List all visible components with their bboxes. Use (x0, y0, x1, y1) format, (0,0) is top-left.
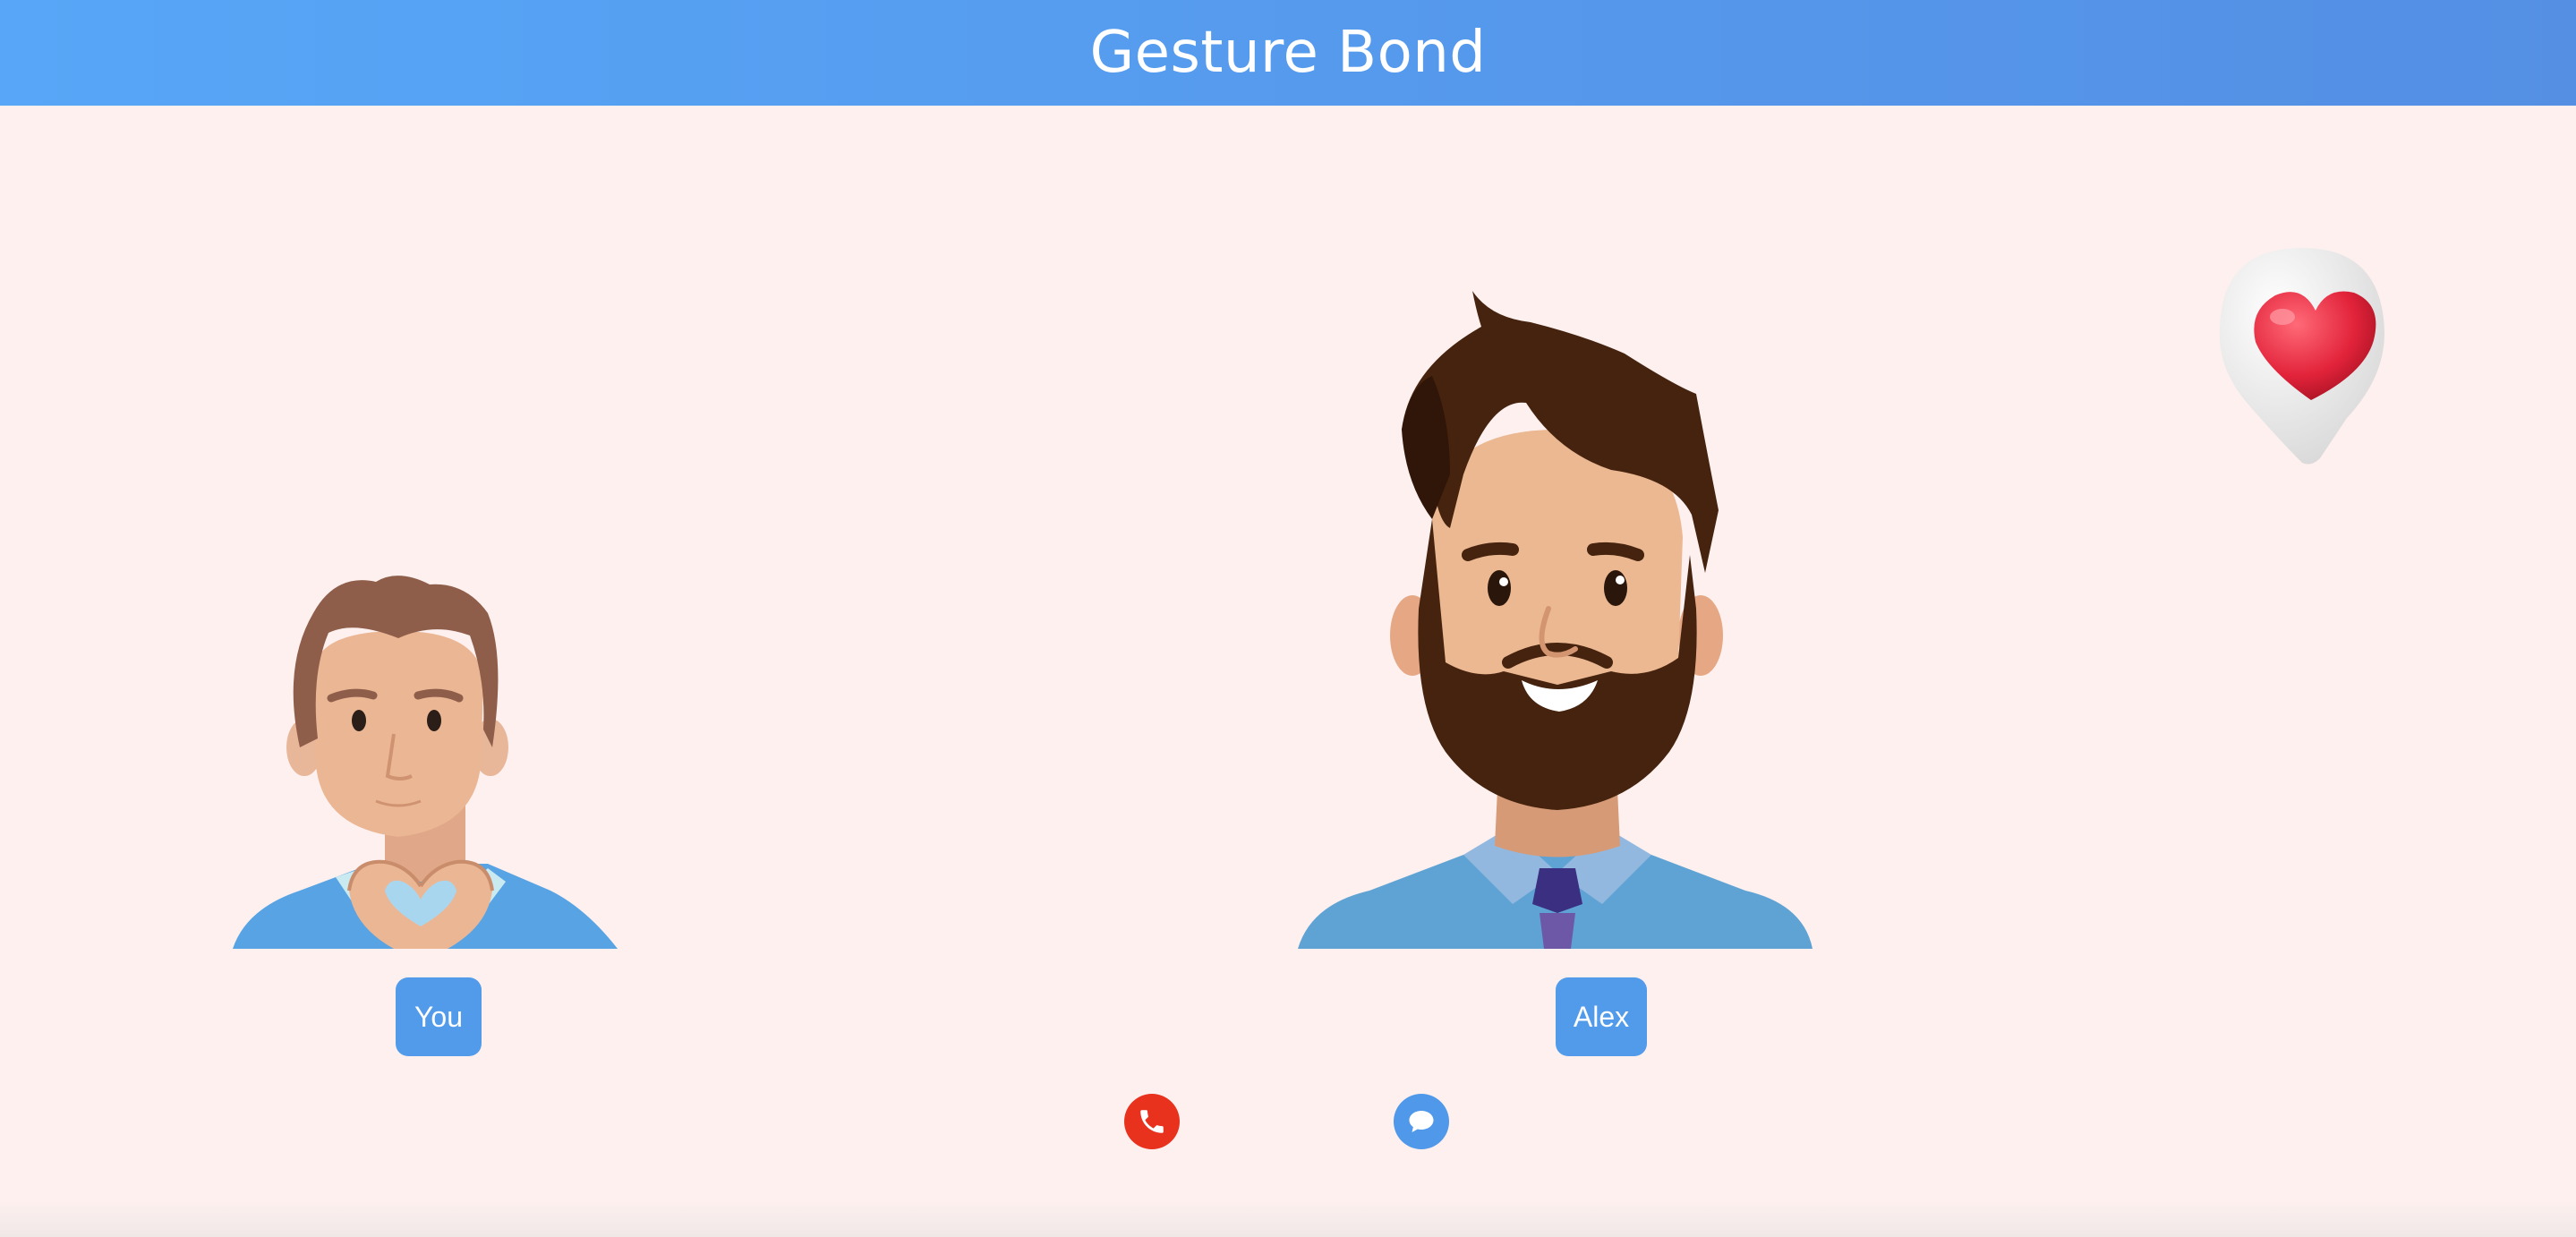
self-avatar (228, 533, 622, 953)
call-button[interactable] (1124, 1094, 1180, 1149)
chat-button[interactable] (1394, 1094, 1449, 1149)
app-title: Gesture Bond (1089, 20, 1487, 86)
chat-icon (1409, 1111, 1434, 1132)
heart-reaction (2213, 243, 2392, 471)
phone-icon (1140, 1110, 1164, 1133)
app-header: Gesture Bond (0, 0, 2576, 106)
remote-avatar (1298, 286, 1817, 949)
alex-badge: Alex (1556, 977, 1647, 1056)
heart-icon (2219, 248, 2384, 465)
bottom-shade (0, 1201, 2576, 1237)
you-badge: You (396, 977, 482, 1056)
